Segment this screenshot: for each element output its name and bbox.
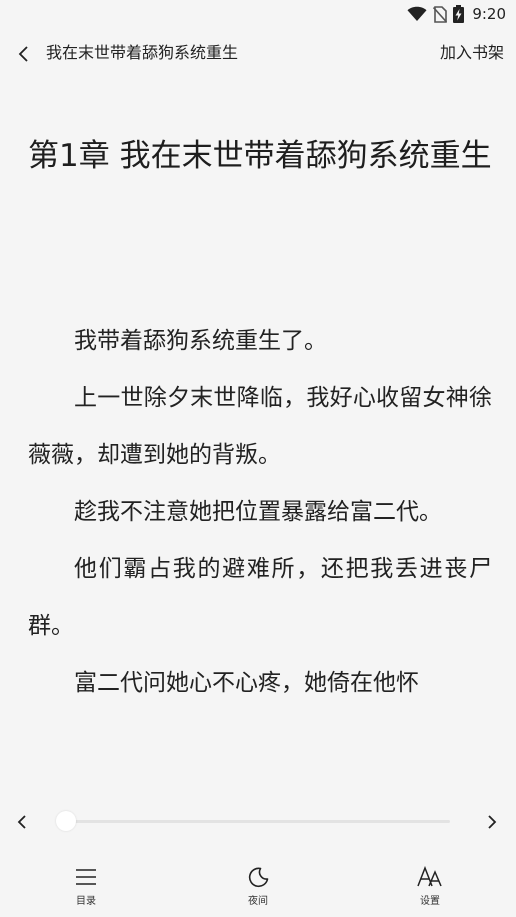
- moon-icon: [248, 867, 269, 888]
- prev-chapter-button[interactable]: [10, 810, 34, 834]
- battery-charging-icon: [453, 5, 465, 23]
- back-button[interactable]: [12, 42, 36, 66]
- night-mode-button[interactable]: 夜间: [228, 866, 288, 907]
- progress-thumb[interactable]: [56, 811, 76, 831]
- chevron-right-icon: [488, 815, 497, 829]
- settings-button[interactable]: 设置: [400, 866, 460, 907]
- book-title: 我在末世带着舔狗系统重生: [46, 43, 239, 62]
- chevron-left-icon: [18, 46, 28, 62]
- font-size-icon: [417, 866, 442, 887]
- next-chapter-button[interactable]: [480, 810, 504, 834]
- chapter-title: 第1章 我在末世带着舔狗系统重生: [28, 138, 492, 174]
- add-to-shelf-button[interactable]: 加入书架: [440, 42, 504, 64]
- bottom-toolbar: 目录 夜间 设置: [0, 858, 516, 917]
- status-bar: 9:20: [0, 0, 516, 28]
- toc-label: 目录: [76, 896, 96, 907]
- paragraph: 我带着舔狗系统重生了。: [74, 328, 327, 354]
- progress-track[interactable]: [58, 820, 450, 823]
- paragraph: 上一世除夕末世降临，我好心收留女神徐薇薇，却遭到她的背叛。: [28, 385, 492, 468]
- paragraph: 富二代问她心不心疼，她倚在他怀: [74, 670, 419, 696]
- settings-label: 设置: [420, 896, 440, 907]
- paragraph: 趁我不注意她把位置暴露给富二代。: [74, 499, 442, 525]
- toc-button[interactable]: 目录: [56, 866, 116, 907]
- menu-icon: [76, 869, 96, 885]
- night-mode-label: 夜间: [248, 896, 268, 907]
- chevron-left-icon: [17, 815, 26, 829]
- paragraph: 他们霸占我的避难所，还把我丢进丧尸群。: [28, 556, 492, 639]
- reader-header: 我在末世带着舔狗系统重生 加入书架: [0, 34, 516, 74]
- no-sim-icon: [433, 5, 448, 23]
- status-time: 9:20: [472, 5, 506, 23]
- status-icons: 9:20: [407, 4, 506, 24]
- chapter-progress: [0, 806, 516, 838]
- wifi-icon: [407, 6, 427, 22]
- chapter-content: 我带着舔狗系统重生了。 上一世除夕末世降临，我好心收留女神徐薇薇，却遭到她的背叛…: [28, 313, 492, 712]
